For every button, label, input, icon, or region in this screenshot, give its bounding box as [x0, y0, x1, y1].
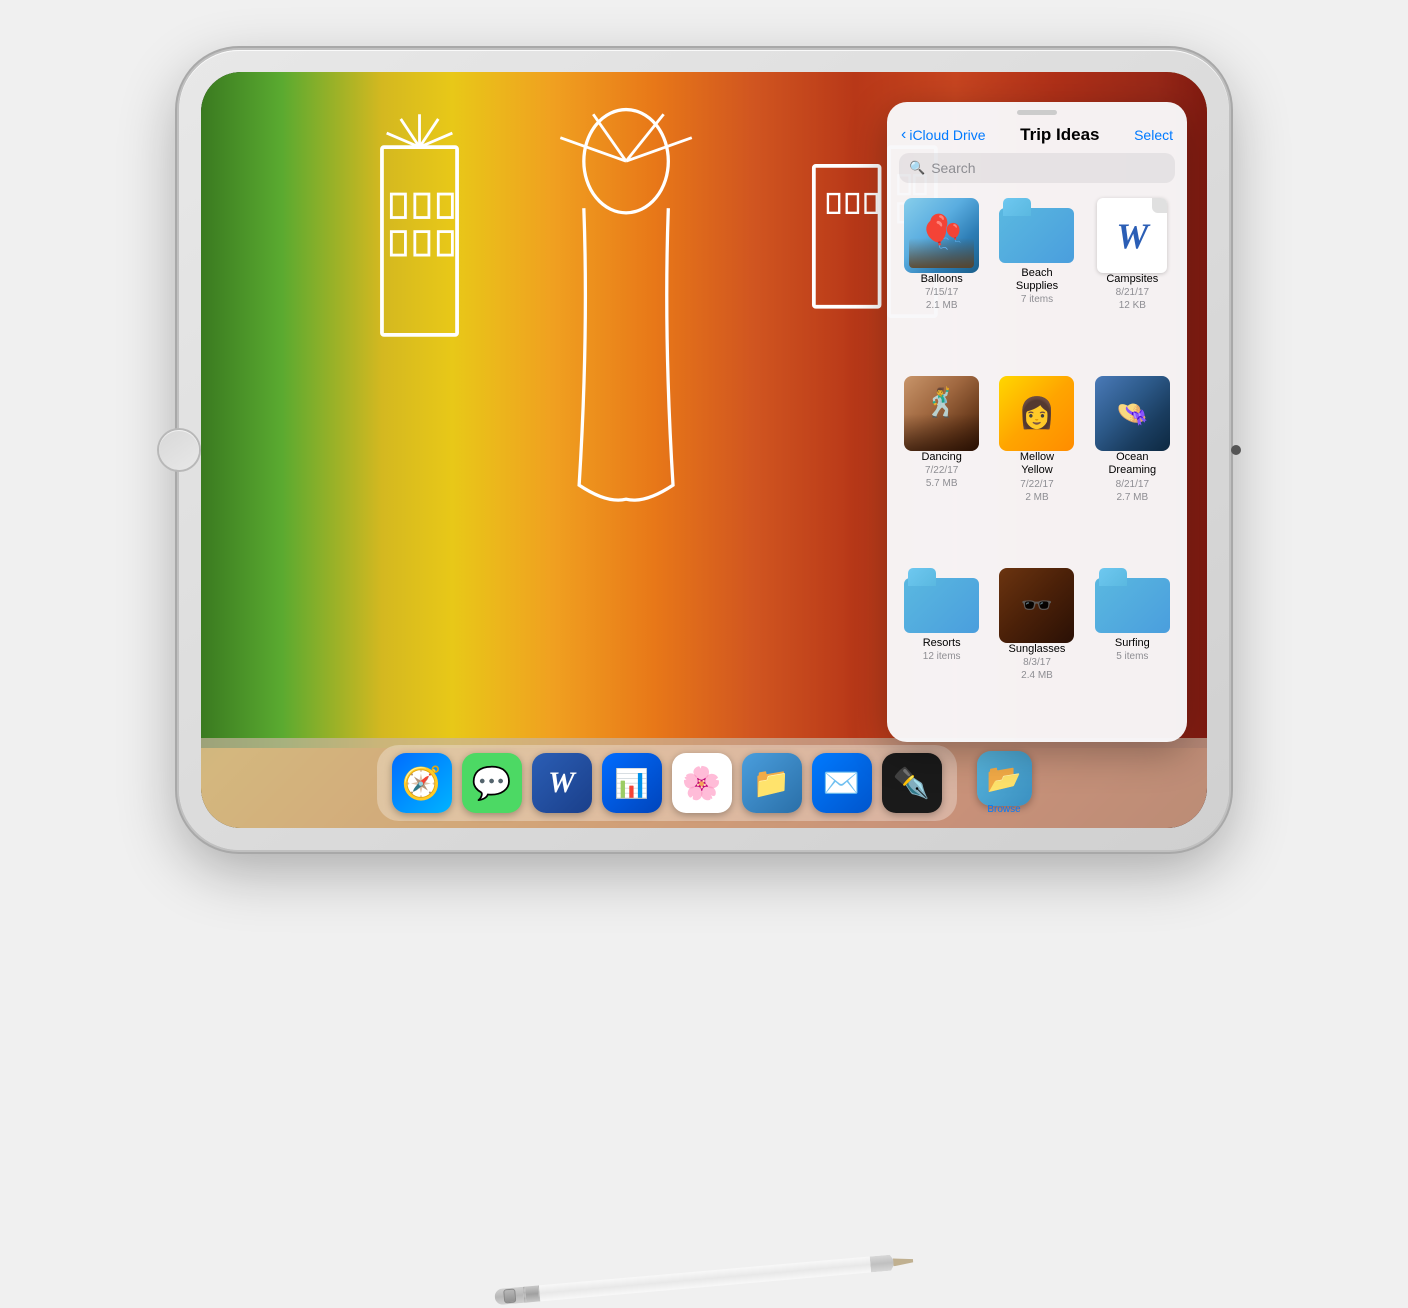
- scene: 🧭 💬 W 📊 🌸 📁 ✉️ ✒️: [104, 50, 1304, 1150]
- file-name-beach-supplies: BeachSupplies: [1016, 267, 1058, 293]
- word-icon: W: [1116, 215, 1148, 257]
- file-item-surfing[interactable]: Surfing 5 items: [1090, 568, 1175, 732]
- dock-icon-inkapp[interactable]: ✒️: [882, 753, 942, 813]
- browse-label: Browse: [987, 804, 1020, 815]
- file-item-balloons[interactable]: 🎈 🎈 Balloons 7/15/17 2.1 MB: [899, 198, 984, 362]
- front-camera: [1231, 445, 1241, 455]
- home-button[interactable]: [159, 430, 199, 470]
- dock-inner: 🧭 💬 W 📊 🌸 📁 ✉️ ✒️: [377, 745, 957, 821]
- panel-handle: [1017, 110, 1057, 115]
- file-meta-campsites: 8/21/17 12 KB: [1116, 286, 1149, 312]
- file-name-mellow-yellow: MellowYellow: [1020, 451, 1054, 477]
- files-grid: 🎈 🎈 Balloons 7/15/17 2.1 MB: [887, 193, 1187, 742]
- file-thumbnail-sunglasses: 🕶️: [999, 568, 1074, 643]
- file-thumbnail-balloons: 🎈 🎈: [904, 198, 979, 273]
- file-thumbnail-ocean-dreaming: 👒: [1095, 376, 1170, 451]
- file-meta-mellow-yellow: 7/22/17 2 MB: [1020, 478, 1053, 504]
- pencil-taper: [870, 1254, 896, 1272]
- search-placeholder: Search: [931, 160, 975, 176]
- select-button[interactable]: Select: [1134, 127, 1173, 143]
- pencil-band: [524, 1285, 540, 1302]
- screen-content: 🧭 💬 W 📊 🌸 📁 ✉️ ✒️: [201, 72, 1207, 828]
- panel-title: Trip Ideas: [1020, 125, 1099, 145]
- file-meta-surfing: 5 items: [1116, 650, 1148, 663]
- file-name-surfing: Surfing: [1115, 637, 1150, 650]
- file-meta-resorts: 12 items: [923, 650, 961, 663]
- dock-icon-browse[interactable]: 📂: [977, 751, 1032, 806]
- file-item-campsites[interactable]: W Campsites 8/21/17 12 KB: [1090, 198, 1175, 362]
- dock-icon-keynote[interactable]: 📊: [602, 753, 662, 813]
- ipad-device: 🧭 💬 W 📊 🌸 📁 ✉️ ✒️: [179, 50, 1229, 850]
- pencil-tip: [893, 1257, 914, 1267]
- pencil-main-body: [539, 1256, 871, 1301]
- pencil-cap: [494, 1287, 525, 1306]
- file-name-ocean-dreaming: OceanDreaming: [1108, 451, 1156, 477]
- file-name-resorts: Resorts: [923, 637, 961, 650]
- file-item-ocean-dreaming[interactable]: 👒 OceanDreaming 8/21/17 2.7 MB: [1090, 376, 1175, 553]
- file-item-dancing[interactable]: 🕺 Dancing 7/22/17 5.7 MB: [899, 376, 984, 553]
- file-item-beach-supplies[interactable]: BeachSupplies 7 items: [994, 198, 1079, 362]
- panel-header: ‹ iCloud Drive Trip Ideas Select: [887, 119, 1187, 153]
- search-icon: 🔍: [909, 160, 925, 176]
- file-meta-balloons: 7/15/17 2.1 MB: [925, 286, 958, 312]
- dock-area: 🧭 💬 W 📊 🌸 📁 ✉️ ✒️: [201, 738, 1207, 828]
- dock-browse-area[interactable]: 📂 Browse: [977, 751, 1032, 815]
- file-name-balloons: Balloons: [921, 273, 963, 286]
- dock-icon-messages[interactable]: 💬: [462, 753, 522, 813]
- file-item-resorts[interactable]: Resorts 12 items: [899, 568, 984, 732]
- pencil-body-assembly: [494, 1250, 914, 1308]
- dock-icon-word[interactable]: W: [532, 753, 592, 813]
- dock-icon-safari[interactable]: 🧭: [392, 753, 452, 813]
- file-meta-dancing: 7/22/17 5.7 MB: [925, 464, 958, 490]
- back-label: iCloud Drive: [909, 127, 985, 143]
- file-name-sunglasses: Sunglasses: [1009, 643, 1066, 656]
- file-name-dancing: Dancing: [921, 451, 961, 464]
- file-meta-beach-supplies: 7 items: [1021, 293, 1053, 306]
- back-button[interactable]: ‹ iCloud Drive: [901, 126, 986, 144]
- apple-pencil: [494, 1250, 914, 1308]
- icloud-panel: ‹ iCloud Drive Trip Ideas Select 🔍 Searc…: [887, 102, 1187, 742]
- back-chevron-icon: ‹: [901, 126, 906, 144]
- search-bar[interactable]: 🔍 Search: [899, 153, 1175, 183]
- ipad-screen: 🧭 💬 W 📊 🌸 📁 ✉️ ✒️: [201, 72, 1207, 828]
- dock-icon-photos[interactable]: 🌸: [672, 753, 732, 813]
- file-meta-sunglasses: 8/3/17 2.4 MB: [1021, 656, 1053, 682]
- dock-icon-mail[interactable]: ✉️: [812, 753, 872, 813]
- dock-icon-files[interactable]: 📁: [742, 753, 802, 813]
- file-thumbnail-campsites: W: [1097, 198, 1167, 273]
- file-meta-ocean-dreaming: 8/21/17 2.7 MB: [1116, 478, 1149, 504]
- file-thumbnail-mellow-yellow: 👩: [999, 376, 1074, 451]
- file-item-mellow-yellow[interactable]: 👩 MellowYellow 7/22/17 2 MB: [994, 376, 1079, 553]
- file-thumbnail-dancing: 🕺: [904, 376, 979, 451]
- file-name-campsites: Campsites: [1106, 273, 1158, 286]
- file-item-sunglasses[interactable]: 🕶️ Sunglasses 8/3/17 2.4 MB: [994, 568, 1079, 732]
